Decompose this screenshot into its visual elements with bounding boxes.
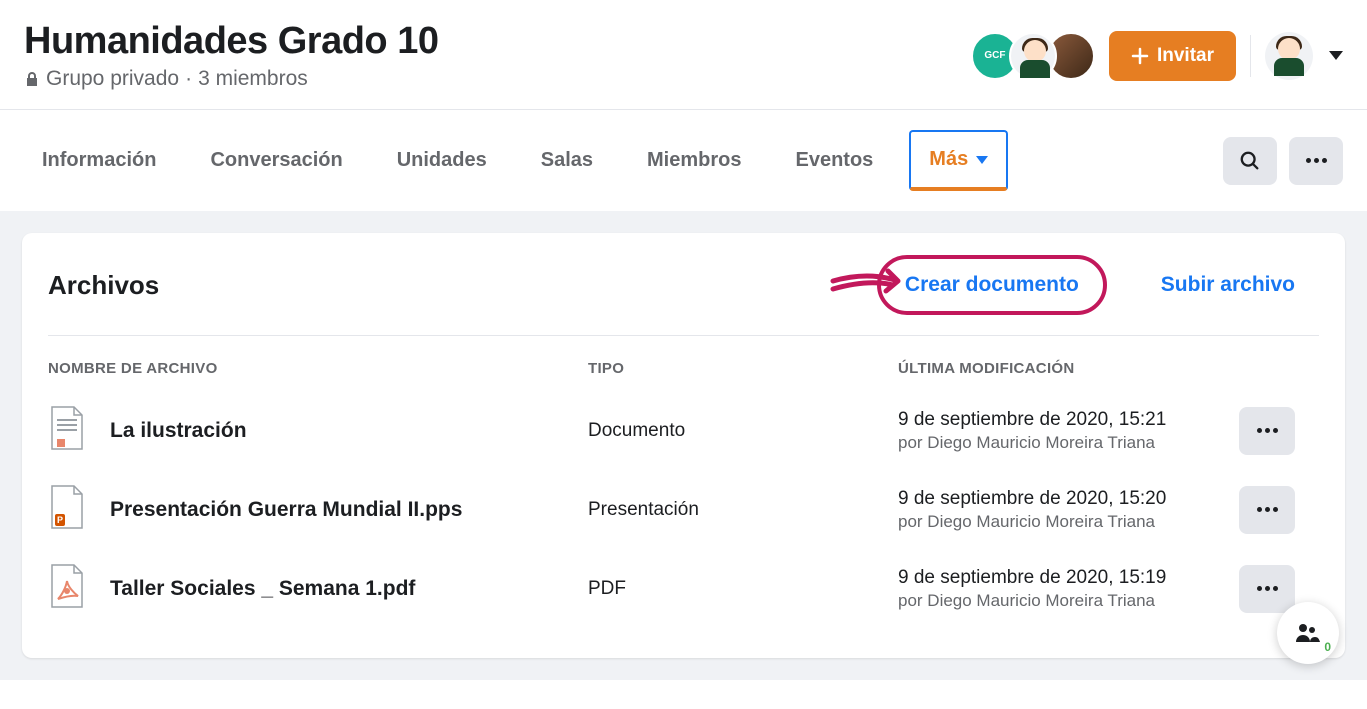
file-author: por Diego Mauricio Moreira Triana (898, 591, 1239, 611)
file-type: Documento (588, 420, 898, 442)
tab-eventos[interactable]: Eventos (777, 133, 891, 188)
file-type: Presentación (588, 499, 898, 521)
column-type: TIPO (588, 360, 898, 377)
file-row[interactable]: Taller Sociales _ Semana 1.pdf PDF9 de se… (48, 549, 1319, 628)
people-icon (1295, 622, 1321, 644)
search-icon (1239, 150, 1261, 172)
file-type: PDF (588, 578, 898, 600)
annotation-arrow (828, 261, 928, 311)
file-modified-date: 9 de septiembre de 2020, 15:19 (898, 567, 1239, 589)
file-type-icon (48, 563, 86, 614)
tab-informacion[interactable]: Información (24, 133, 174, 188)
chat-widget[interactable]: 0 (1277, 602, 1339, 664)
search-button[interactable] (1223, 137, 1277, 185)
lock-icon (24, 71, 40, 87)
file-name: La ilustración (110, 419, 247, 443)
file-row[interactable]: La ilustración Documento9 de septiembre d… (48, 391, 1319, 470)
ellipsis-icon (1306, 158, 1327, 163)
badge-count: 0 (1324, 640, 1331, 654)
file-type-icon (48, 405, 86, 456)
chevron-down-icon (1329, 51, 1343, 60)
tab-unidades[interactable]: Unidades (379, 133, 505, 188)
member-avatars[interactable]: GCF (971, 32, 1095, 80)
page-title: Humanidades Grado 10 (24, 20, 438, 63)
ellipsis-icon (1257, 428, 1278, 433)
file-name: Presentación Guerra Mundial II.pps (110, 498, 462, 522)
group-subtitle: Grupo privado · 3 miembros (24, 67, 438, 91)
upload-file-button[interactable]: Subir archivo (1137, 259, 1319, 311)
file-options-button[interactable] (1239, 486, 1295, 534)
plus-icon (1131, 47, 1149, 65)
tab-mas-label: Más (929, 148, 968, 171)
file-options-button[interactable] (1239, 565, 1295, 613)
column-filename: NOMBRE DE ARCHIVO (48, 360, 588, 377)
file-modified-date: 9 de septiembre de 2020, 15:21 (898, 409, 1239, 431)
ellipsis-icon (1257, 586, 1278, 591)
user-avatar (1265, 32, 1313, 80)
chevron-down-icon (976, 156, 988, 164)
user-menu[interactable] (1265, 32, 1343, 80)
invite-button[interactable]: Invitar (1109, 31, 1236, 81)
column-modified: ÚLTIMA MODIFICACIÓN (898, 360, 1239, 377)
tab-salas[interactable]: Salas (523, 133, 611, 188)
ellipsis-icon (1257, 507, 1278, 512)
file-author: por Diego Mauricio Moreira Triana (898, 433, 1239, 453)
tab-conversacion[interactable]: Conversación (192, 133, 360, 188)
file-name: Taller Sociales _ Semana 1.pdf (110, 577, 415, 601)
separator (1250, 35, 1251, 77)
members-count: 3 miembros (198, 67, 308, 91)
tab-mas[interactable]: Más (909, 130, 1008, 191)
tab-miembros[interactable]: Miembros (629, 133, 759, 188)
file-type-icon: P (48, 484, 86, 535)
avatar (1009, 32, 1057, 80)
file-row[interactable]: P Presentación Guerra Mundial II.pps Prese… (48, 470, 1319, 549)
file-options-button[interactable] (1239, 407, 1295, 455)
invite-label: Invitar (1157, 45, 1214, 67)
file-modified-date: 9 de septiembre de 2020, 15:20 (898, 488, 1239, 510)
file-author: por Diego Mauricio Moreira Triana (898, 512, 1239, 532)
svg-text:P: P (57, 515, 63, 525)
more-button[interactable] (1289, 137, 1343, 185)
section-title: Archivos (48, 270, 159, 301)
privacy-label: Grupo privado (46, 67, 179, 91)
separator-dot: · (185, 67, 192, 91)
